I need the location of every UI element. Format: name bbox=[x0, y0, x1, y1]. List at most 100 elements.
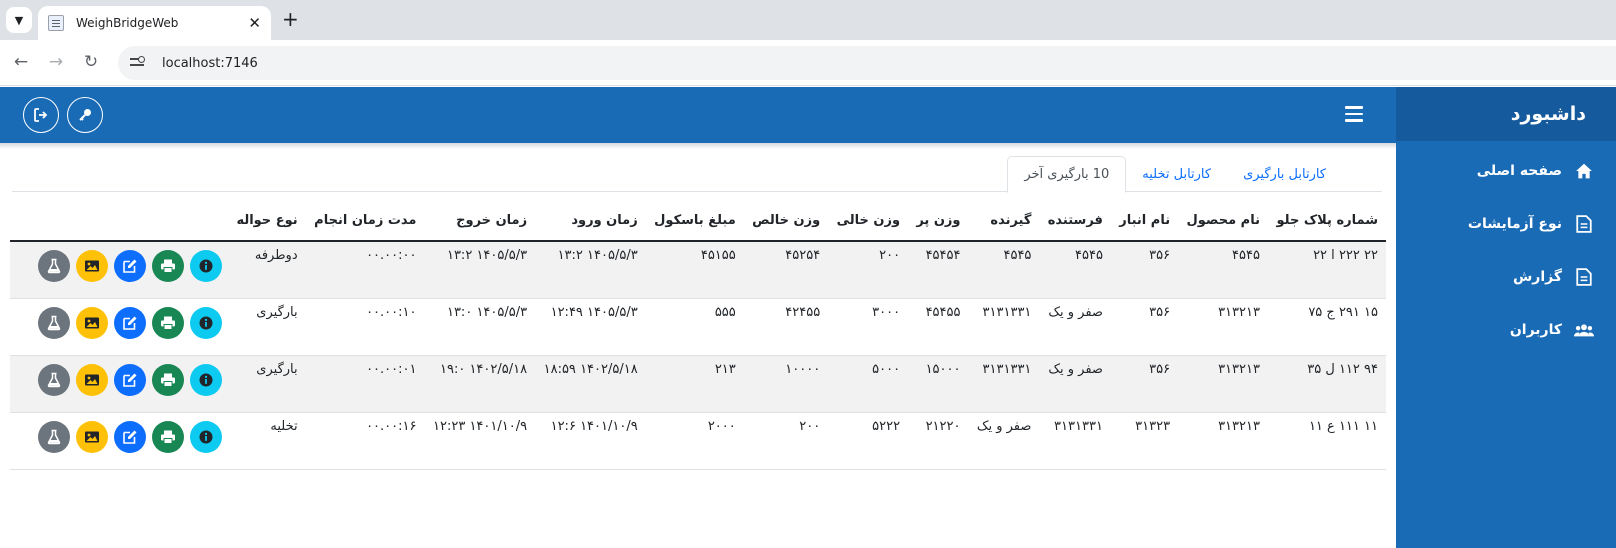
tests-button[interactable] bbox=[38, 420, 70, 453]
home-icon bbox=[1574, 161, 1594, 181]
info-icon bbox=[199, 373, 213, 386]
navbar-shadow bbox=[0, 143, 1396, 149]
flask-icon bbox=[47, 258, 61, 274]
tests-button[interactable] bbox=[38, 306, 70, 339]
column-header: زمان خروج bbox=[424, 199, 536, 242]
new-tab-plus-icon[interactable]: + bbox=[282, 7, 299, 31]
table-cell: ۴۵۴۵ bbox=[1178, 241, 1268, 299]
table-cell: ۳۱۳۱۳۳۱ bbox=[968, 298, 1040, 356]
table-cell: ۲۰۰ bbox=[828, 241, 909, 299]
tests-button[interactable] bbox=[38, 363, 70, 396]
browser-tab-title: WeighBridgeWeb bbox=[76, 16, 179, 30]
browser-tab[interactable]: WeighBridgeWeb ✕ bbox=[38, 6, 271, 40]
users-icon bbox=[1574, 320, 1594, 340]
table-cell: ۴۵۱۵۵ bbox=[645, 241, 744, 299]
menu-toggle-icon[interactable] bbox=[1345, 106, 1363, 122]
table-cell: ۱۴۰۵/۵/۳ ۱۳:۲ bbox=[424, 241, 536, 299]
sidebar-header: داشبورد bbox=[1396, 87, 1616, 141]
table-cell: صفر و یک bbox=[1039, 355, 1111, 413]
edit-button[interactable] bbox=[114, 250, 146, 282]
details-button[interactable] bbox=[190, 306, 222, 339]
sidebar-item-label: کاربران bbox=[1509, 321, 1562, 338]
print-button[interactable] bbox=[152, 250, 184, 282]
print-button[interactable] bbox=[152, 363, 184, 396]
sidebar-item-test-types[interactable]: نوع آزمایشات bbox=[1396, 197, 1616, 250]
sidebar-title: داشبورد bbox=[1510, 103, 1586, 125]
table-cell: ۳۱۳۱۳۳۱ bbox=[1039, 412, 1111, 470]
sidebar-item-label: صفحه اصلی bbox=[1476, 162, 1562, 179]
sidebar: داشبورد صفحه اصلی نوع آزمایشات گزارش کار… bbox=[1396, 87, 1616, 548]
tab-search-chevron-icon[interactable]: ▼ bbox=[6, 7, 32, 33]
edit-icon bbox=[123, 259, 137, 273]
images-button[interactable] bbox=[76, 363, 108, 396]
address-bar[interactable]: localhost:7146 bbox=[118, 46, 1616, 80]
images-button[interactable] bbox=[76, 250, 108, 282]
details-button[interactable] bbox=[190, 250, 222, 282]
main-content: کارتابل بارگیری کارتابل تخلیه 10 بارگیری… bbox=[0, 143, 1396, 548]
details-button[interactable] bbox=[190, 363, 222, 396]
column-header: شماره پلاک جلو bbox=[1267, 199, 1386, 242]
actions-column-header bbox=[10, 199, 228, 242]
table-cell: ۱۴۰۱/۱۰/۹ ۱۲:۲۳ bbox=[424, 412, 536, 470]
table-cell: ۰۰.۰۰:۰۱ bbox=[305, 355, 425, 413]
table-cell: ۴۵۲۵۴ bbox=[743, 241, 829, 299]
tab-last-10-loadings[interactable]: 10 بارگیری آخر bbox=[1007, 156, 1127, 193]
column-header: گیرنده bbox=[968, 199, 1040, 242]
tab-bar: کارتابل بارگیری کارتابل تخلیه 10 بارگیری… bbox=[12, 156, 1382, 193]
table-cell: تخلیه bbox=[228, 412, 306, 470]
forward-arrow-icon[interactable]: → bbox=[44, 50, 68, 74]
back-arrow-icon[interactable]: ← bbox=[9, 50, 33, 74]
tests-button[interactable] bbox=[38, 250, 70, 282]
table-cell: ۴۵۴۵۵ bbox=[908, 298, 969, 356]
row-actions bbox=[10, 298, 228, 356]
tab-loading-cartable[interactable]: کارتابل بارگیری bbox=[1227, 156, 1342, 192]
column-header: نوع حواله bbox=[228, 199, 306, 242]
images-button[interactable] bbox=[76, 420, 108, 453]
tab-close-icon[interactable]: ✕ bbox=[248, 14, 261, 32]
image-icon bbox=[85, 260, 99, 272]
table-cell: ۳۱۳۲۱۳ bbox=[1178, 298, 1268, 356]
print-icon bbox=[161, 259, 175, 273]
edit-button[interactable] bbox=[114, 420, 146, 453]
images-button[interactable] bbox=[76, 306, 108, 339]
print-button[interactable] bbox=[152, 306, 184, 339]
url-text: localhost:7146 bbox=[162, 55, 258, 71]
table-cell: ۳۱۳۲۳ bbox=[1110, 412, 1179, 470]
table-cell: ۵۵۵ bbox=[645, 298, 744, 356]
column-header: نام انبار bbox=[1110, 199, 1179, 242]
table-cell: ۳۰۰۰ bbox=[828, 298, 909, 356]
details-button[interactable] bbox=[190, 420, 222, 453]
table-cell: ۰۰.۰۰:۱۶ bbox=[305, 412, 425, 470]
column-header: نام محصول bbox=[1178, 199, 1268, 242]
flask-icon bbox=[47, 372, 61, 387]
key-icon bbox=[79, 109, 91, 121]
file-icon bbox=[1574, 267, 1594, 287]
info-icon bbox=[199, 316, 213, 329]
print-button[interactable] bbox=[152, 420, 184, 453]
file-icon bbox=[1574, 214, 1594, 234]
logout-button[interactable] bbox=[23, 97, 59, 133]
sidebar-item-users[interactable]: کاربران bbox=[1396, 303, 1616, 356]
browser-tabstrip: ▼ WeighBridgeWeb ✕ + bbox=[0, 0, 1616, 40]
tab-unloading-cartable[interactable]: کارتابل تخلیه bbox=[1126, 156, 1227, 192]
site-info-icon[interactable] bbox=[130, 56, 148, 70]
sidebar-item-report[interactable]: گزارش bbox=[1396, 250, 1616, 303]
table-cell: بارگیری bbox=[228, 355, 306, 413]
table-cell: دوطرفه bbox=[228, 241, 306, 299]
table-cell: ۱۵ ۲۹۱ ج ۷۵ bbox=[1267, 298, 1386, 356]
table-cell: ۰۰.۰۰:۰۰ bbox=[305, 241, 425, 299]
table-cell: ۱۰۰۰۰ bbox=[743, 355, 829, 413]
table-cell: ۵۲۲۲ bbox=[828, 412, 909, 470]
table-cell: ۱۱ ۱۱۱ ع ۱۱ bbox=[1267, 412, 1386, 470]
edit-icon bbox=[123, 316, 137, 330]
info-icon bbox=[199, 430, 213, 443]
edit-icon bbox=[123, 373, 137, 387]
sidebar-item-home[interactable]: صفحه اصلی bbox=[1396, 144, 1616, 197]
column-header: وزن پر bbox=[908, 199, 969, 242]
change-password-button[interactable] bbox=[67, 97, 103, 133]
reload-icon[interactable]: ↻ bbox=[79, 50, 103, 74]
edit-button[interactable] bbox=[114, 363, 146, 396]
edit-button[interactable] bbox=[114, 306, 146, 339]
page-favicon-icon bbox=[48, 15, 64, 31]
table-cell: ۳۵۶ bbox=[1110, 241, 1179, 299]
